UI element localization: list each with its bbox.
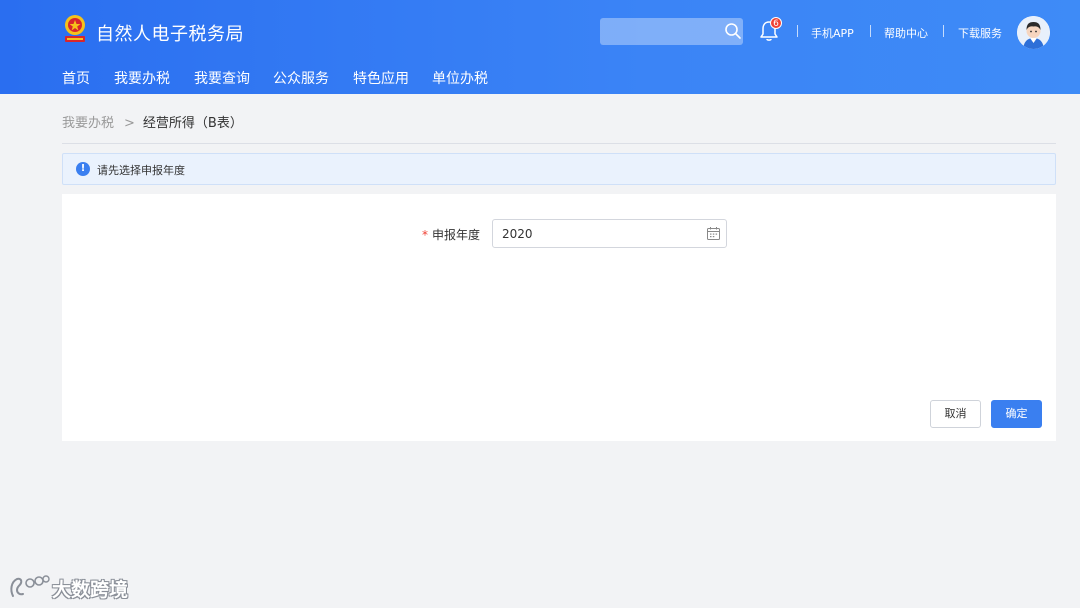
help-center-link[interactable]: 帮助中心 (884, 25, 928, 41)
header-separator (797, 25, 798, 37)
mobile-app-link[interactable]: 手机APP (811, 25, 854, 41)
nav-featured-apps[interactable]: 特色应用 (353, 68, 409, 88)
watermark-text: 大数跨境 (52, 579, 129, 601)
watermark: 大数跨境 (8, 574, 128, 602)
declaration-year-value: 2020 (502, 227, 533, 241)
header-separator (943, 25, 944, 37)
form-panel: * 申报年度 2020 取消 确定 (62, 194, 1056, 441)
search-icon[interactable] (724, 22, 742, 40)
breadcrumb-parent[interactable]: 我要办税 (62, 116, 114, 131)
info-icon: ! (76, 162, 90, 176)
nav-unit-tax[interactable]: 单位办税 (432, 68, 488, 88)
notification-badge: 6 (770, 17, 782, 29)
alert-message: 请先选择申报年度 (97, 164, 185, 177)
info-alert: ! 请先选择申报年度 (62, 153, 1056, 185)
top-header: 自然人电子税务局 6 手机APP 帮助中心 下载服务 首页 我要办税 我要查询 … (0, 0, 1080, 94)
confirm-button[interactable]: 确定 (991, 400, 1042, 428)
declaration-year-label-text: 申报年度 (432, 228, 481, 242)
breadcrumb: 我要办税 > 经营所得（B表） (62, 112, 243, 131)
header-separator (870, 25, 871, 37)
breadcrumb-current: 经营所得（B表） (142, 116, 243, 131)
watermark-logo-icon (10, 575, 50, 597)
tax-emblem-icon (65, 15, 85, 42)
declaration-year-label: * 申报年度 (422, 226, 480, 243)
calendar-icon[interactable] (706, 226, 721, 241)
nav-tax-handling[interactable]: 我要办税 (114, 68, 170, 88)
search-input[interactable] (600, 18, 743, 45)
nav-home[interactable]: 首页 (62, 68, 90, 88)
nav-query[interactable]: 我要查询 (194, 68, 250, 88)
breadcrumb-separator: > (124, 116, 135, 131)
site-title: 自然人电子税务局 (96, 24, 244, 45)
declaration-year-picker[interactable]: 2020 (492, 219, 727, 248)
cancel-button[interactable]: 取消 (930, 400, 981, 428)
required-mark: * (422, 228, 428, 242)
nav-public-service[interactable]: 公众服务 (273, 68, 329, 88)
breadcrumb-divider (62, 143, 1056, 144)
user-avatar[interactable] (1017, 16, 1050, 49)
download-service-link[interactable]: 下载服务 (958, 25, 1002, 41)
user-avatar-icon (1017, 16, 1050, 49)
